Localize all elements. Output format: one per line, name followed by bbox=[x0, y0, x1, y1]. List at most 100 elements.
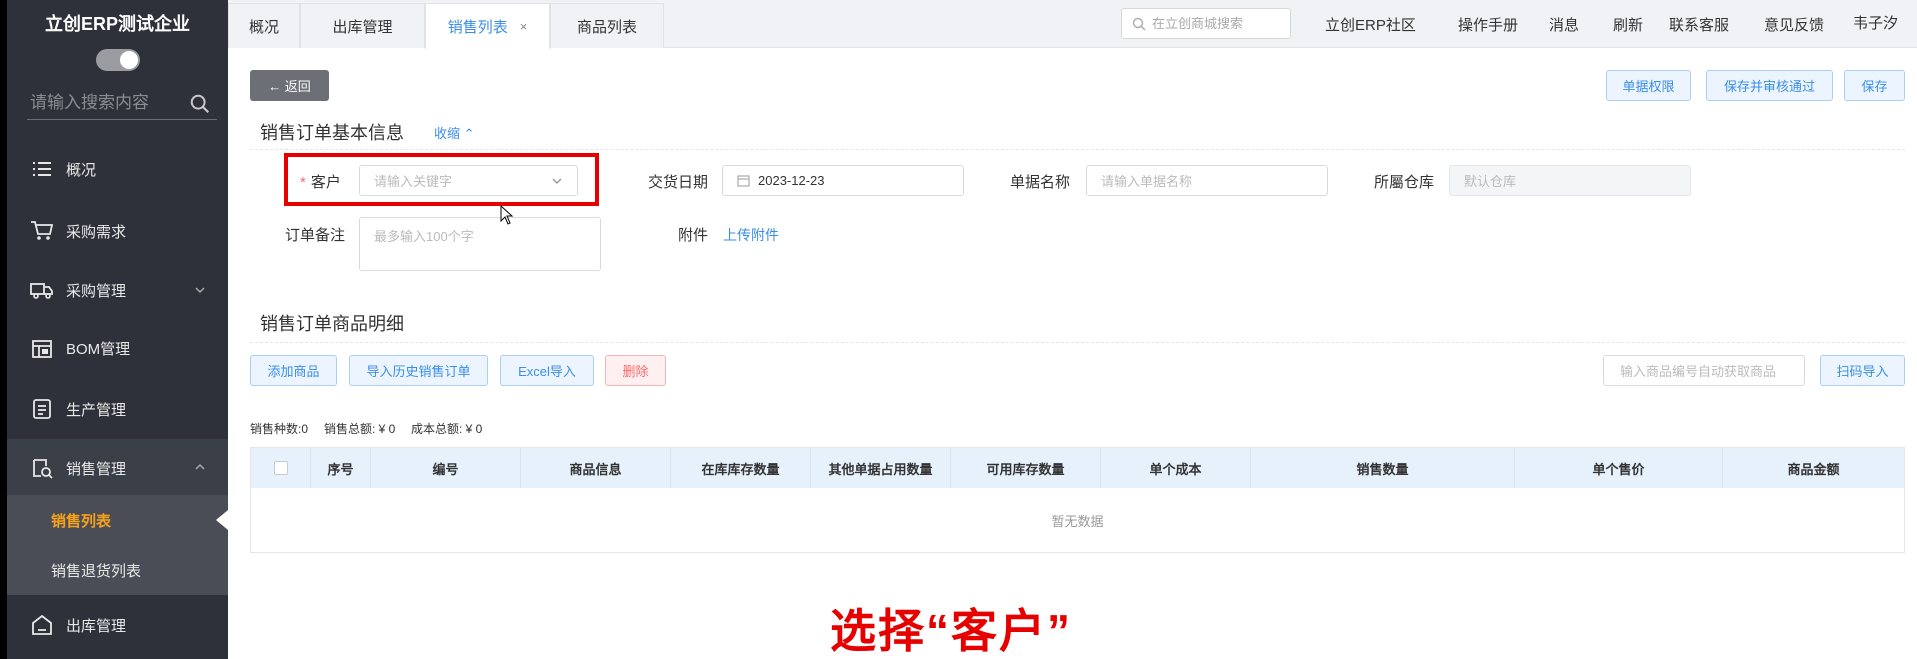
summary-kinds: 销售种数:0 bbox=[250, 422, 309, 436]
link-refresh[interactable]: 刷新 bbox=[1613, 14, 1643, 35]
theme-toggle[interactable] bbox=[96, 49, 140, 71]
col-available-qty: 可用库存数量 bbox=[951, 448, 1101, 488]
link-feedback[interactable]: 意见反馈 bbox=[1764, 14, 1824, 35]
permission-button[interactable]: 单据权限 bbox=[1606, 70, 1691, 101]
sidebar-subitem-label: 销售退货列表 bbox=[51, 562, 142, 580]
add-product-button[interactable]: 添加商品 bbox=[250, 355, 337, 386]
divider bbox=[250, 149, 1905, 150]
user-name[interactable]: 韦子汐 bbox=[1853, 12, 1898, 33]
mall-search bbox=[1121, 8, 1291, 39]
save-button[interactable]: 保存 bbox=[1844, 70, 1905, 101]
mouse-cursor-icon bbox=[500, 205, 514, 225]
col-sales-qty: 销售数量 bbox=[1251, 448, 1515, 488]
list-icon bbox=[29, 156, 55, 182]
sidebar-item-bom[interactable]: BOM管理 bbox=[7, 320, 228, 376]
delivery-date-value: 2023-12-23 bbox=[758, 173, 825, 188]
link-manual[interactable]: 操作手册 bbox=[1458, 14, 1518, 35]
summary-cost: 成本总额: ¥ 0 bbox=[411, 422, 483, 436]
delivery-date-label: 交货日期 bbox=[648, 174, 709, 191]
search-icon[interactable] bbox=[189, 93, 211, 115]
sidebar-subitem-label: 销售列表 bbox=[51, 512, 112, 530]
product-table: 序号 编号 商品信息 在库库存数量 其他单据占用数量 可用库存数量 单个成本 销… bbox=[250, 447, 1905, 553]
cart-icon bbox=[29, 218, 55, 244]
left-edge bbox=[0, 0, 7, 659]
calendar-icon bbox=[737, 175, 750, 187]
truck-icon bbox=[29, 277, 55, 303]
tab-label: 销售列表 bbox=[447, 19, 508, 36]
top-bar: 概况 出库管理 销售列表 × 商品列表 立创ERP社区 操作手册 消息 刷新 联系… bbox=[228, 0, 1917, 49]
mall-search-input[interactable] bbox=[1152, 16, 1282, 31]
basic-info-title: 销售订单基本信息 bbox=[260, 123, 404, 143]
table-header: 序号 编号 商品信息 在库库存数量 其他单据占用数量 可用库存数量 单个成本 销… bbox=[251, 448, 1904, 488]
col-unit-price: 单个售价 bbox=[1515, 448, 1723, 488]
sidebar-item-label: 销售管理 bbox=[66, 460, 127, 478]
doc-name-placeholder: 请输入单据名称 bbox=[1101, 174, 1193, 189]
search-icon bbox=[1132, 17, 1146, 30]
active-indicator bbox=[216, 510, 228, 530]
tab-label: 商品列表 bbox=[576, 18, 637, 36]
collapse-link[interactable]: 收缩 ⌃ bbox=[434, 123, 475, 142]
link-support[interactable]: 联系客服 bbox=[1669, 14, 1729, 35]
col-occupied-qty: 其他单据占用数量 bbox=[811, 448, 951, 488]
sidebar-item-sales[interactable]: 销售管理 bbox=[7, 439, 228, 497]
sidebar-item-label: 出库管理 bbox=[66, 617, 127, 635]
tutorial-caption: 选择“客户” bbox=[830, 605, 1072, 657]
warehouse-placeholder: 默认仓库 bbox=[1464, 174, 1517, 189]
tab-label: 概况 bbox=[248, 18, 279, 36]
sidebar-search-input[interactable] bbox=[30, 90, 180, 116]
save-approve-button[interactable]: 保存并审核通过 bbox=[1706, 70, 1833, 101]
bom-icon bbox=[29, 335, 55, 361]
tab-overview[interactable]: 概况 bbox=[228, 3, 300, 48]
sidebar-item-label: BOM管理 bbox=[66, 340, 131, 358]
delivery-date-picker[interactable]: 2023-12-23 bbox=[722, 165, 964, 196]
sidebar-subitem-sales-return[interactable]: 销售退货列表 bbox=[7, 545, 228, 595]
delete-button[interactable]: 删除 bbox=[605, 355, 666, 386]
toggle-knob bbox=[120, 51, 138, 69]
sidebar-item-label: 概况 bbox=[66, 161, 97, 179]
doc-name-input[interactable]: 请输入单据名称 bbox=[1086, 165, 1328, 196]
tab-product-list[interactable]: 商品列表 bbox=[550, 3, 664, 48]
sidebar-item-outbound[interactable]: 出库管理 bbox=[7, 597, 228, 653]
tab-sales-list[interactable]: 销售列表 × bbox=[425, 3, 550, 49]
scan-import-button[interactable]: 扫码导入 bbox=[1820, 355, 1905, 386]
attachment-label: 附件 bbox=[678, 227, 709, 244]
remark-placeholder: 最多输入100个字 bbox=[374, 229, 474, 244]
detail-title: 销售订单商品明细 bbox=[260, 314, 404, 334]
close-icon[interactable]: × bbox=[520, 19, 528, 34]
brand-title: 立创ERP测试企业 bbox=[44, 14, 190, 34]
col-index: 序号 bbox=[311, 448, 371, 488]
sidebar-item-overview[interactable]: 概况 bbox=[7, 141, 228, 197]
col-unit-cost: 单个成本 bbox=[1101, 448, 1251, 488]
sidebar-item-production[interactable]: 生产管理 bbox=[7, 381, 228, 437]
excel-import-button[interactable]: Excel导入 bbox=[500, 355, 594, 386]
col-product-info: 商品信息 bbox=[521, 448, 671, 488]
remark-label: 订单备注 bbox=[285, 227, 346, 244]
link-community[interactable]: 立创ERP社区 bbox=[1325, 14, 1416, 35]
divider bbox=[250, 342, 1905, 343]
production-icon bbox=[29, 396, 55, 422]
sidebar-item-label: 采购管理 bbox=[66, 282, 127, 300]
upload-attachment-link[interactable]: 上传附件 bbox=[723, 225, 779, 245]
back-button[interactable]: ← 返回 bbox=[250, 70, 329, 101]
col-amount: 商品金额 bbox=[1787, 461, 1840, 477]
tab-outbound[interactable]: 出库管理 bbox=[300, 3, 425, 48]
sales-submenu: 销售列表 销售退货列表 bbox=[7, 495, 228, 595]
col-stock-qty: 在库库存数量 bbox=[671, 448, 811, 488]
sidebar-item-purchase[interactable]: 采购管理 bbox=[7, 262, 228, 318]
chevron-down-icon bbox=[195, 287, 205, 294]
remark-textarea[interactable]: 最多输入100个字 bbox=[359, 217, 601, 271]
highlight-box bbox=[284, 153, 599, 206]
outbound-icon bbox=[29, 612, 55, 638]
select-all-checkbox[interactable] bbox=[273, 461, 288, 475]
product-code-input[interactable]: 输入商品编号自动获取商品 bbox=[1603, 355, 1805, 386]
chevron-up-icon bbox=[195, 463, 205, 470]
doc-name-label: 单据名称 bbox=[1010, 174, 1071, 191]
sidebar: 立创ERP测试企业 概况 采购需求 采购管理 BOM管理 生产管理 销售管理 销… bbox=[7, 0, 228, 659]
sidebar-item-purchase-demand[interactable]: 采购需求 bbox=[7, 203, 228, 259]
sidebar-subitem-sales-list[interactable]: 销售列表 bbox=[7, 495, 228, 545]
empty-state: 暂无数据 bbox=[1051, 513, 1104, 529]
import-history-button[interactable]: 导入历史销售订单 bbox=[349, 355, 488, 386]
sidebar-item-label: 采购需求 bbox=[66, 223, 127, 241]
sales-icon bbox=[29, 455, 55, 481]
link-messages[interactable]: 消息 bbox=[1549, 14, 1579, 35]
